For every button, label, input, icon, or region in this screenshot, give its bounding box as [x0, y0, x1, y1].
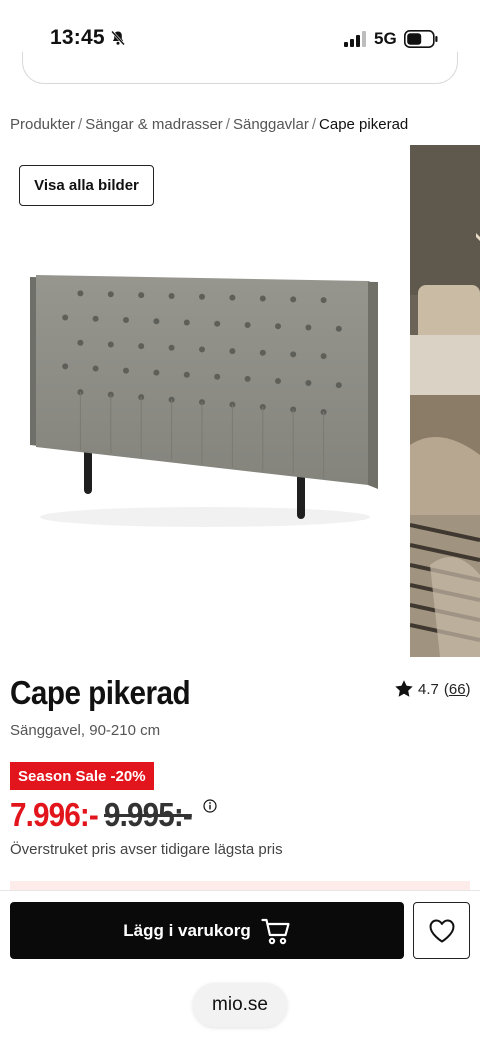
- tuft-button: [77, 339, 84, 346]
- price-row: 7.996:- 9.995:-: [10, 796, 201, 834]
- bedroom-photo: [410, 145, 480, 657]
- wishlist-button[interactable]: [413, 902, 470, 959]
- breadcrumb: Produkter / Sängar & madrasser / Sänggavlar /…: [10, 116, 408, 133]
- price-note: Överstruket pris avser tidigare lägsta p…: [10, 841, 283, 858]
- breadcrumb-item-produkter[interactable]: Produkter: [10, 116, 75, 133]
- breadcrumb-separator: /: [311, 116, 317, 133]
- tuft-button: [183, 371, 190, 378]
- bell-slash-icon: [111, 30, 125, 46]
- tuft-button: [123, 367, 129, 374]
- original-price: 9.995:-: [103, 796, 193, 833]
- info-icon[interactable]: [203, 799, 217, 813]
- bottom-action-bar: Lägg i varukorg mio.se: [0, 890, 480, 1044]
- tuft-button: [138, 343, 145, 350]
- tuft-button: [320, 297, 327, 304]
- tuft-button: [153, 318, 160, 325]
- tuft-button: [290, 296, 297, 303]
- tuft-button: [62, 363, 69, 370]
- tuft-button: [168, 292, 175, 299]
- tuft-button: [259, 349, 266, 356]
- add-to-cart-label: Lägg i varukorg: [123, 920, 251, 940]
- tuft-button: [290, 351, 297, 358]
- view-all-images-button[interactable]: Visa alla bilder: [19, 165, 154, 206]
- network-type: 5G: [374, 29, 397, 48]
- tuft-button: [305, 380, 312, 387]
- product-gallery[interactable]: Visa alla bilder: [0, 145, 480, 657]
- current-price: 7.996:-: [10, 796, 99, 833]
- tuft-button: [320, 353, 327, 360]
- review-count-number[interactable]: 66: [449, 681, 466, 698]
- breadcrumb-current: Cape pikerad: [319, 116, 409, 133]
- review-count[interactable]: (66): [444, 681, 471, 698]
- cart-icon: [261, 918, 290, 944]
- tuft-button: [244, 375, 251, 382]
- tuft-button: [305, 324, 312, 331]
- tuft-button: [214, 373, 221, 380]
- star-icon: [395, 680, 413, 697]
- add-to-cart-button[interactable]: Lägg i varukorg: [10, 902, 404, 959]
- tuft-button: [229, 294, 236, 301]
- product-image-bedroom[interactable]: [410, 145, 480, 657]
- rating-value: 4.7: [418, 680, 439, 698]
- search-bar[interactable]: [22, 52, 458, 84]
- signal-icon: [344, 31, 366, 47]
- tuft-button: [77, 290, 84, 297]
- tuft-button: [199, 293, 205, 300]
- tuft-button: [62, 314, 69, 321]
- tuft-button: [183, 319, 190, 326]
- product-rating[interactable]: 4.7 (66): [394, 679, 471, 699]
- product-subtitle: Sänggavel, 90-210 cm: [10, 722, 161, 739]
- tuft-button: [335, 325, 342, 332]
- product-image-headboard[interactable]: [0, 145, 408, 657]
- status-time: 13:45: [50, 26, 105, 49]
- tuft-button: [92, 365, 99, 372]
- tuft-button: [275, 377, 281, 384]
- headboard-illustration: [30, 275, 378, 527]
- browser-url[interactable]: mio.se: [193, 983, 287, 1027]
- tuft-button: [244, 321, 251, 328]
- tuft-button: [92, 315, 99, 322]
- battery-icon: [404, 30, 438, 48]
- tuft-button: [168, 344, 175, 351]
- tuft-button: [335, 382, 342, 389]
- tuft-button: [107, 291, 114, 298]
- tuft-button: [153, 369, 160, 376]
- tuft-button: [259, 295, 266, 302]
- heart-icon: [429, 919, 454, 942]
- breadcrumb-item-sanggavlar[interactable]: Sänggavlar: [233, 116, 309, 133]
- tuft-button: [229, 348, 236, 355]
- tuft-button: [107, 341, 114, 348]
- breadcrumb-separator: /: [225, 116, 230, 133]
- tuft-button: [123, 316, 129, 323]
- tuft-button: [199, 346, 205, 353]
- breadcrumb-item-sangar-madrasser[interactable]: Sängar & madrasser: [85, 116, 223, 133]
- sale-badge: Season Sale -20%: [10, 762, 154, 790]
- tuft-button: [275, 323, 281, 330]
- tuft-button: [138, 292, 145, 299]
- product-title: Cape pikerad: [10, 674, 191, 711]
- tuft-button: [214, 320, 221, 327]
- breadcrumb-separator: /: [78, 116, 83, 133]
